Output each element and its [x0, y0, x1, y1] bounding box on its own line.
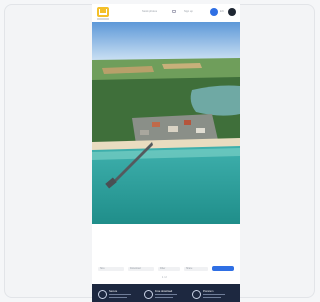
filter-label: Filter: [160, 267, 166, 270]
star-icon: [192, 290, 201, 299]
footer-item-title: Premium: [203, 290, 214, 293]
image-toolbar: Size Download Filter Share: [92, 264, 240, 274]
logo-subtitle: [97, 18, 109, 20]
roof: [168, 126, 178, 132]
download-icon: [144, 290, 153, 299]
download-label: Download: [130, 267, 141, 270]
footer-item-desc: [155, 294, 177, 296]
field-patch: [162, 63, 202, 69]
pagination[interactable]: 1 / 2: [162, 276, 167, 279]
footer-item[interactable]: Secure: [98, 289, 138, 301]
aerial-pier-beach-photo[interactable]: [92, 22, 240, 224]
user-avatar[interactable]: [210, 8, 218, 16]
share-label: Share: [186, 267, 193, 270]
inland-lake: [190, 85, 240, 116]
footer-item-desc: [203, 297, 221, 299]
roof: [152, 122, 160, 127]
footer-item[interactable]: Free download: [144, 289, 188, 301]
account-icon[interactable]: [228, 8, 236, 16]
cart-icon[interactable]: [172, 10, 176, 13]
page-preview: Stock photos Sign up EN Size Download Fi…: [92, 4, 240, 302]
shield-icon: [98, 290, 107, 299]
nav-link-signup[interactable]: Sign up: [184, 10, 193, 13]
roof: [184, 120, 191, 125]
roof: [196, 128, 205, 133]
footer-item[interactable]: Premium: [192, 289, 236, 301]
language-selector[interactable]: EN: [220, 10, 224, 13]
roof: [140, 130, 149, 135]
footer-item-title: Free download: [155, 290, 173, 293]
nav-link-stock[interactable]: Stock photos: [142, 10, 157, 13]
footer-item-desc: [109, 294, 131, 296]
footer-item-desc: [109, 297, 127, 299]
top-bar: Stock photos Sign up EN: [92, 4, 240, 22]
footer-item-desc: [203, 294, 225, 296]
house-logo-icon[interactable]: [97, 7, 109, 17]
footer-bar: Secure Free download Premium: [92, 284, 240, 302]
size-label: Size: [100, 267, 105, 270]
footer-item-title: Secure: [109, 290, 118, 293]
primary-action-button[interactable]: [212, 266, 234, 271]
photo-illustration: [92, 22, 240, 224]
footer-item-desc: [155, 297, 173, 299]
sky: [92, 22, 240, 62]
